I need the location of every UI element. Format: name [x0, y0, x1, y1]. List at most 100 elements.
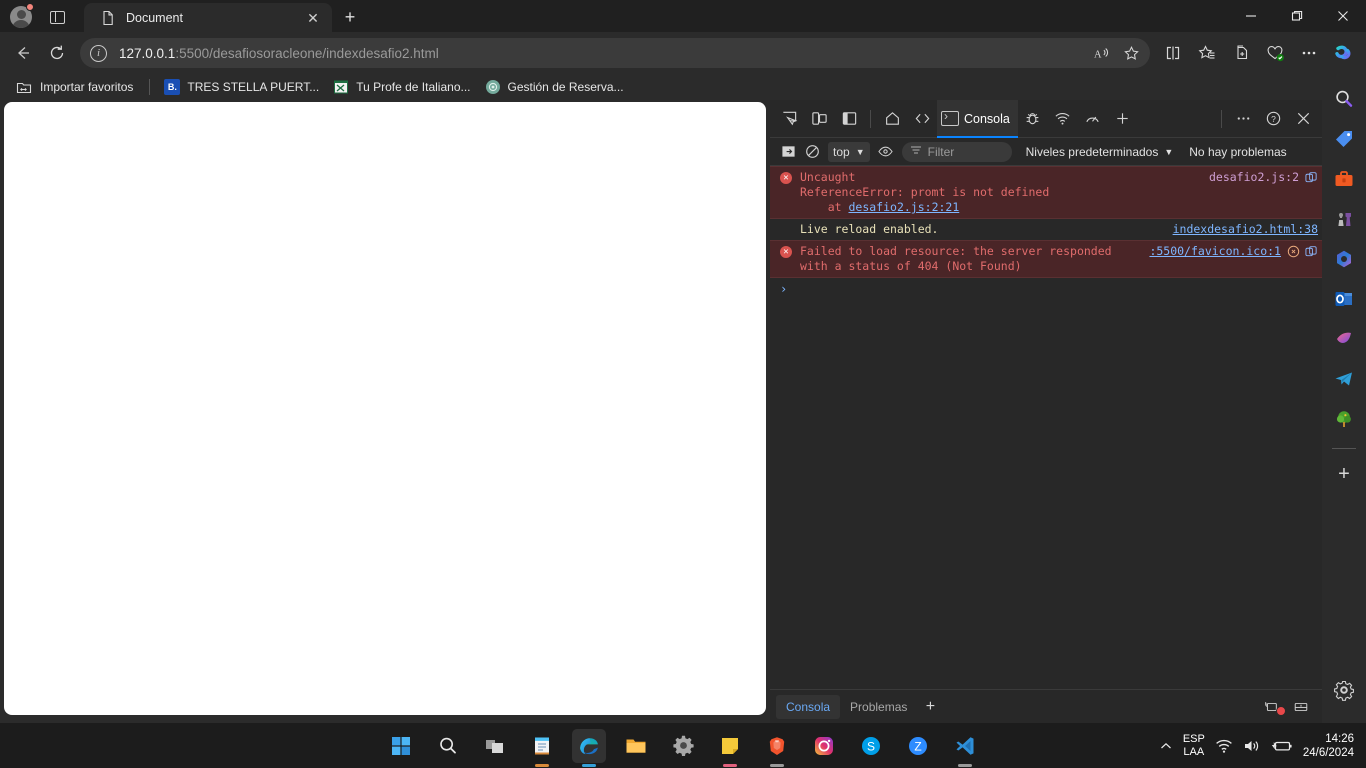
- settings-gear-icon[interactable]: [666, 729, 700, 763]
- elements-code-icon[interactable]: [907, 105, 937, 133]
- help-icon[interactable]: ?: [1258, 105, 1288, 133]
- profile-notification-dot: [26, 3, 34, 11]
- msg-line-2: ReferenceError: promt is not defined: [800, 185, 1050, 199]
- address-bar[interactable]: i 127.0.0.1:5500/desafiosoracleone/index…: [80, 38, 1150, 68]
- microsoft-edge-icon[interactable]: [572, 728, 606, 767]
- network-wifi-icon[interactable]: [1048, 105, 1078, 133]
- console-message-source[interactable]: indexdesafio2.html:38: [1173, 222, 1318, 237]
- read-aloud-icon[interactable]: A: [1086, 38, 1116, 68]
- issues-status[interactable]: No hay problemas: [1189, 145, 1286, 159]
- filter-input[interactable]: Filter: [901, 141, 1012, 162]
- clear-console-icon[interactable]: [800, 141, 824, 163]
- browser-tab[interactable]: Document ✕: [84, 3, 332, 32]
- open-in-sources-icon[interactable]: [1305, 171, 1318, 188]
- games-chess-icon[interactable]: [1329, 204, 1359, 234]
- brave-browser-icon[interactable]: [760, 729, 794, 767]
- inspect-element-icon[interactable]: [774, 105, 804, 133]
- new-tab-button[interactable]: +: [338, 6, 362, 28]
- import-favorites-icon: [16, 79, 32, 95]
- tab-actions-button[interactable]: [44, 5, 70, 29]
- debugger-bug-icon[interactable]: [1018, 105, 1048, 133]
- dock-side-icon[interactable]: [834, 105, 864, 133]
- start-windows-icon[interactable]: [384, 729, 418, 763]
- notepad-icon[interactable]: [525, 729, 559, 767]
- vscode-icon[interactable]: [948, 729, 982, 767]
- refresh-icon[interactable]: [40, 38, 74, 68]
- search-icon[interactable]: [431, 729, 465, 763]
- console-prompt[interactable]: ›: [770, 278, 1322, 300]
- sidebar-settings-button[interactable]: [1329, 675, 1359, 705]
- speaker-icon[interactable]: [1243, 738, 1261, 754]
- desktop-screen: Document ✕ + i 127.0.0.1:5500/desafiosor…: [0, 0, 1366, 768]
- drawer-tab-problemas[interactable]: Problemas: [840, 695, 917, 719]
- console-message-source[interactable]: :5500/favicon.ico:1: [1149, 244, 1281, 274]
- eye-icon[interactable]: [874, 141, 898, 163]
- bookmark-tu-profe-italiano[interactable]: Tu Profe de Italiano...: [327, 77, 476, 97]
- file-explorer-icon[interactable]: [619, 729, 653, 763]
- console-message-error[interactable]: ✕ Failed to load resource: the server re…: [770, 240, 1322, 278]
- edge-sidebar: +: [1322, 74, 1366, 723]
- open-in-sources-icon[interactable]: [1305, 245, 1318, 262]
- performance-icon[interactable]: [1078, 105, 1108, 133]
- bookmark-import-favorites[interactable]: Importar favoritos: [10, 77, 139, 97]
- execution-context-select[interactable]: top ▼: [828, 141, 870, 162]
- skype-icon[interactable]: S: [854, 729, 888, 763]
- system-tray: ESP LAA 14:26 24/6/2024: [1159, 723, 1358, 768]
- add-panel-icon[interactable]: [1108, 105, 1138, 133]
- copilot-icon[interactable]: [1326, 38, 1360, 68]
- profile-button[interactable]: [8, 3, 34, 30]
- maximize-restore-button[interactable]: [1274, 0, 1320, 32]
- tree-icon[interactable]: [1329, 404, 1359, 434]
- add-sidebar-app-button[interactable]: +: [1329, 459, 1359, 489]
- console-error-badge: [1276, 706, 1286, 716]
- favorite-star-icon[interactable]: [1116, 38, 1146, 68]
- close-window-button[interactable]: [1320, 0, 1366, 32]
- tools-toolbox-icon[interactable]: [1329, 164, 1359, 194]
- browser-essentials-icon[interactable]: [1258, 38, 1292, 68]
- console-message-log[interactable]: Live reload enabled. indexdesafio2.html:…: [770, 219, 1322, 240]
- log-levels-select[interactable]: Niveles predeterminados ▼: [1026, 145, 1174, 159]
- booking-b-icon: B.: [164, 79, 181, 95]
- telegram-icon[interactable]: [1329, 364, 1359, 394]
- dock-drawer-icon[interactable]: [1286, 693, 1316, 721]
- add-to-collection-icon[interactable]: [1224, 38, 1258, 68]
- designer-icon[interactable]: [1329, 324, 1359, 354]
- sticky-notes-icon[interactable]: [713, 729, 747, 767]
- console-message-source[interactable]: desafio2.js:2: [1209, 170, 1299, 215]
- console-message-error[interactable]: ✕ Uncaught ReferenceError: promt is not …: [770, 166, 1322, 219]
- home-icon[interactable]: [877, 105, 907, 133]
- outlook-icon[interactable]: [1329, 284, 1359, 314]
- split-screen-icon[interactable]: [1156, 38, 1190, 68]
- bookmark-tres-stella[interactable]: B. TRES STELLA PUERT...: [158, 77, 325, 97]
- collections-icon[interactable]: [1190, 38, 1224, 68]
- tab-consola[interactable]: Consola: [937, 99, 1018, 138]
- bookmark-gestion-reserva[interactable]: Gestión de Reserva...: [479, 77, 630, 97]
- clock[interactable]: 14:26 24/6/2024: [1303, 732, 1358, 760]
- task-view-icon[interactable]: [478, 729, 512, 763]
- stack-frame-link[interactable]: desafio2.js:2:21: [848, 200, 959, 214]
- back-icon[interactable]: [6, 38, 40, 68]
- microsoft-365-icon[interactable]: [1329, 244, 1359, 274]
- drawer-add-tab-button[interactable]: +: [917, 695, 943, 719]
- url-path: :5500/desafiosoracleone/indexdesafio2.ht…: [175, 45, 439, 61]
- device-toolbar-icon[interactable]: [804, 105, 834, 133]
- settings-more-icon[interactable]: [1292, 38, 1326, 68]
- battery-charging-icon[interactable]: [1271, 738, 1293, 754]
- console-sidebar-icon[interactable]: [776, 141, 800, 163]
- close-icon[interactable]: ✕: [302, 7, 324, 29]
- close-devtools-icon[interactable]: [1288, 105, 1318, 133]
- instagram-icon[interactable]: [807, 729, 841, 763]
- wifi-icon[interactable]: [1215, 738, 1233, 754]
- search-icon[interactable]: [1329, 84, 1359, 114]
- console-message-list[interactable]: ✕ Uncaught ReferenceError: promt is not …: [770, 166, 1322, 689]
- site-info-icon[interactable]: i: [90, 44, 107, 62]
- drawer-tab-consola[interactable]: Consola: [776, 694, 841, 719]
- more-tools-icon[interactable]: [1228, 105, 1258, 133]
- language-indicator[interactable]: ESP LAA: [1183, 733, 1205, 759]
- chevron-up-icon[interactable]: [1159, 739, 1173, 753]
- page-viewport[interactable]: [4, 102, 766, 715]
- shopping-tag-icon[interactable]: [1329, 124, 1359, 154]
- zoom-icon[interactable]: Z: [901, 729, 935, 763]
- issue-warning-icon[interactable]: [1287, 245, 1300, 262]
- minimize-button[interactable]: [1228, 0, 1274, 32]
